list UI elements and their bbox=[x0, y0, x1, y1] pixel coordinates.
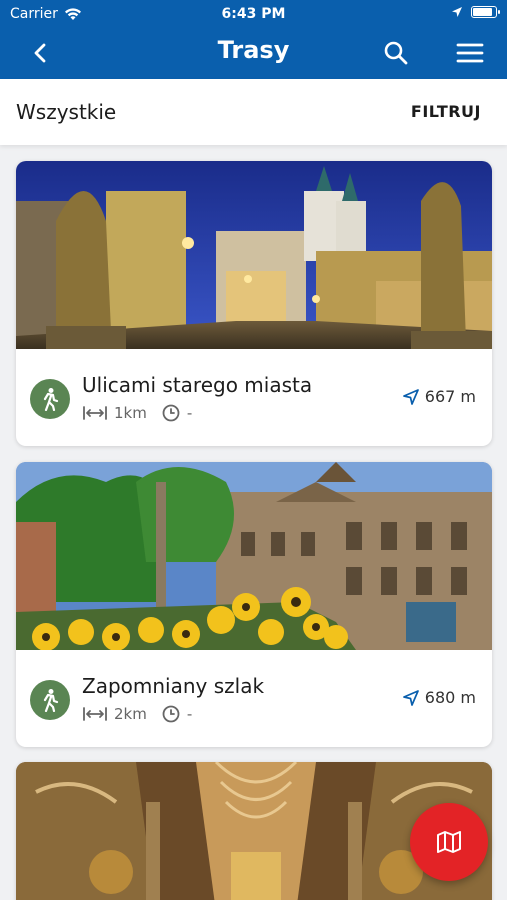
route-card[interactable]: Ulicami starego miasta 1km - 667 m bbox=[16, 161, 492, 446]
walk-icon bbox=[30, 379, 70, 419]
length-icon bbox=[83, 406, 107, 420]
route-info: Ulicami starego miasta 1km - 667 m bbox=[16, 349, 492, 446]
length-icon bbox=[83, 707, 107, 721]
walk-icon bbox=[30, 680, 70, 720]
filter-bar: Wszystkie FILTRUJ bbox=[0, 79, 507, 145]
clock-icon bbox=[162, 705, 180, 723]
route-length: 2km bbox=[114, 705, 147, 723]
route-meta: 1km - bbox=[82, 404, 192, 422]
battery-icon bbox=[471, 6, 500, 18]
status-bar: Carrier 6:43 PM bbox=[0, 0, 507, 28]
route-name: Ulicami starego miasta bbox=[82, 373, 313, 397]
location-arrow-icon bbox=[402, 689, 419, 706]
route-distance: 680 m bbox=[402, 688, 476, 707]
route-duration: - bbox=[186, 705, 193, 723]
route-name: Zapomniany szlak bbox=[82, 674, 265, 698]
app-header: Carrier 6:43 PM Trasy bbox=[0, 0, 507, 79]
route-meta: 2km - bbox=[82, 705, 192, 723]
location-icon bbox=[452, 7, 462, 17]
route-info: Zapomniany szlak 2km - 680 m bbox=[16, 650, 492, 747]
map-button[interactable] bbox=[410, 803, 488, 881]
route-card[interactable]: Zapomniany szlak 2km - 680 m bbox=[16, 462, 492, 747]
route-distance-value: 680 m bbox=[424, 688, 476, 707]
status-right bbox=[451, 6, 500, 18]
category-label: Wszystkie bbox=[16, 100, 117, 124]
map-icon bbox=[437, 831, 461, 853]
page-title: Trasy bbox=[217, 36, 290, 64]
route-photo bbox=[16, 161, 492, 349]
route-duration: - bbox=[186, 404, 193, 422]
clock-icon bbox=[162, 404, 180, 422]
search-icon[interactable] bbox=[381, 38, 411, 68]
route-distance-value: 667 m bbox=[424, 387, 476, 406]
navbar: Trasy bbox=[0, 28, 507, 79]
location-arrow-icon bbox=[402, 388, 419, 405]
route-length: 1km bbox=[114, 404, 147, 422]
route-distance: 667 m bbox=[402, 387, 476, 406]
filter-button[interactable]: FILTRUJ bbox=[411, 102, 481, 121]
route-photo bbox=[16, 462, 492, 650]
menu-icon[interactable] bbox=[455, 38, 485, 68]
clock: 6:43 PM bbox=[221, 6, 286, 22]
